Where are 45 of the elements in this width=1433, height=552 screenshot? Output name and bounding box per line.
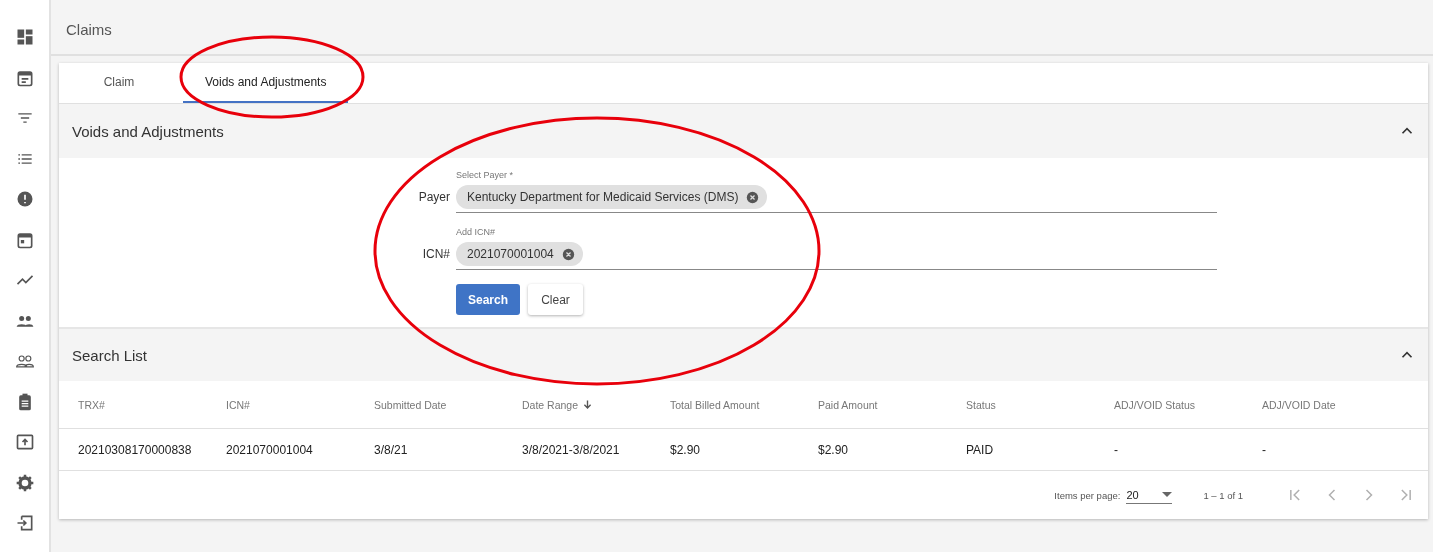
chip[interactable]: 2021070001004 [456,242,583,266]
settings-icon[interactable] [14,472,35,493]
panel-header[interactable]: Search List [59,327,1428,381]
field-label: Payer [417,190,451,206]
panel-title: Search List [72,346,148,364]
column-header[interactable]: Paid Amount [818,398,878,411]
column-header[interactable]: ADJ/VOID Status [1114,398,1196,411]
search-button[interactable]: Search [456,284,521,315]
chip[interactable]: Kentucky Department for Medicaid Services (DMS) [456,185,768,209]
chip-text: 2021070001004 [467,247,554,261]
table-cell: 3/8/2021-3/8/2021 [522,442,620,457]
column-header[interactable]: Date Range [522,398,579,411]
floating-label: Select Payer * [456,170,515,180]
table-cell: 20210308170000838 [78,442,192,457]
page-title: Claims [66,20,112,38]
remove-icon[interactable] [561,247,575,261]
field-label: ICN# [421,247,451,263]
chip-text: Kentucky Department for Medicaid Services (DMS) [467,190,739,204]
table-cell: $2.90 [818,442,849,457]
table-cell: $2.90 [670,442,701,457]
panel-title: Voids and Adjustments [72,122,224,140]
chip-input-field[interactable]: Add ICN# 2021070001004 [456,227,1217,270]
sort-arrow-icon[interactable] [582,399,594,410]
column-header[interactable]: TRX# [78,398,105,411]
items-per-page-label: Items per page: [1054,489,1121,501]
page-size-select[interactable]: 20 [1126,486,1173,504]
tab[interactable]: Claim [67,63,171,103]
dropdown-arrow-icon [1162,492,1173,497]
clear-button[interactable]: Clear [528,284,584,315]
table-cell: - [1114,442,1118,457]
remove-icon[interactable] [746,190,760,204]
page-range: 1 – 1 of 1 [1203,489,1243,501]
column-header[interactable]: Submitted Date [374,398,447,411]
chip-input-field[interactable]: Select Payer * Kentucky Department for Medicaid Services (DMS) [456,170,1217,213]
upload-icon[interactable] [14,432,35,452]
table-cell: - [1262,442,1266,457]
column-header[interactable]: Status [966,398,996,411]
column-header[interactable]: ADJ/VOID Date [1262,398,1336,411]
floating-label: Add ICN# [456,227,497,237]
table-cell: PAID [966,442,994,457]
column-header[interactable]: ICN# [226,398,250,411]
column-header[interactable]: Total Billed Amount [670,398,760,411]
table-cell: 3/8/21 [374,442,408,457]
panel-header[interactable]: Voids and Adjustments [59,104,1428,158]
table-cell: 2021070001004 [226,442,313,457]
